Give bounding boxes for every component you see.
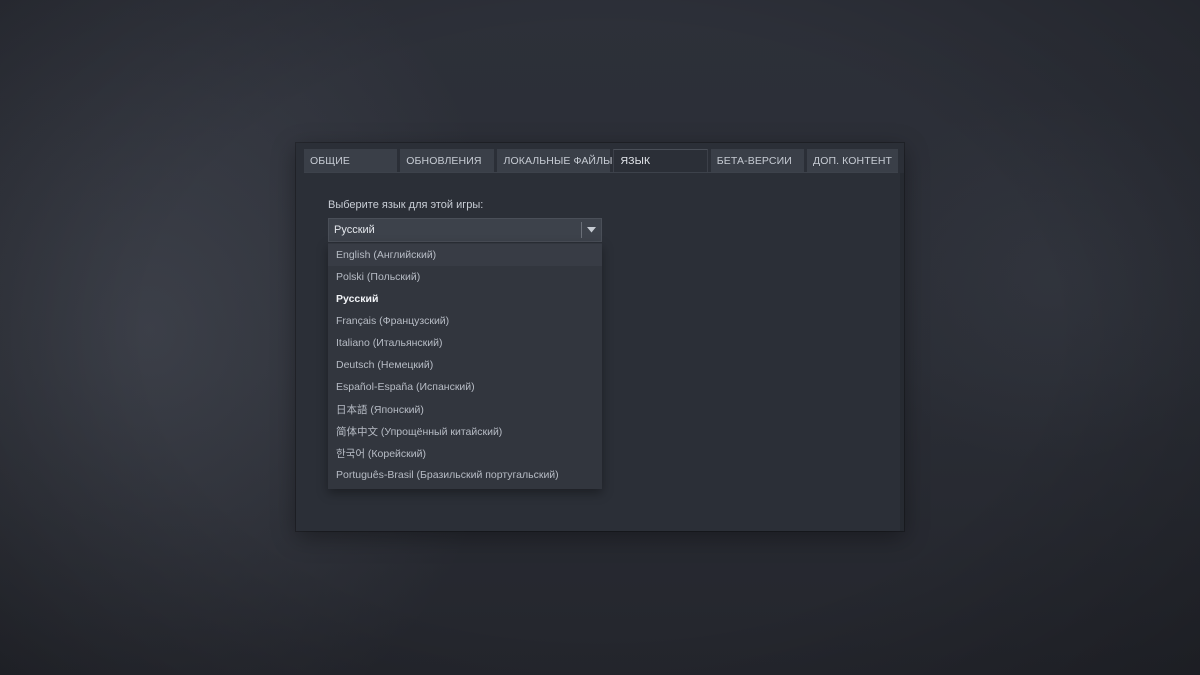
tab-divider xyxy=(304,172,898,173)
chevron-down-icon[interactable] xyxy=(582,219,601,241)
language-option-polish[interactable]: Polski (Польский) xyxy=(328,266,602,288)
tab-label: ЛОКАЛЬНЫЕ ФАЙЛЫ xyxy=(503,154,613,167)
tab-label: ОБЩИЕ xyxy=(310,154,350,167)
language-select[interactable]: Русский xyxy=(328,218,602,242)
tab-label: ДОП. КОНТЕНТ xyxy=(813,154,893,167)
tab-dlc[interactable]: ДОП. КОНТЕНТ xyxy=(807,149,898,172)
game-properties-dialog: ОБЩИЕ ОБНОВЛЕНИЯ ЛОКАЛЬНЫЕ ФАЙЛЫ ЯЗЫК БЕ… xyxy=(296,143,904,531)
language-option-japanese[interactable]: 日本語 (Японский) xyxy=(328,398,602,420)
language-option-german[interactable]: Deutsch (Немецкий) xyxy=(328,354,602,376)
panel-edge xyxy=(900,173,904,531)
language-option-russian[interactable]: Русский xyxy=(328,288,602,310)
language-prompt-label: Выберите язык для этой игры: xyxy=(328,199,484,211)
tab-language[interactable]: ЯЗЫК xyxy=(613,149,708,172)
tab-betas[interactable]: БЕТА-ВЕРСИИ xyxy=(710,149,804,172)
tab-local-files[interactable]: ЛОКАЛЬНЫЕ ФАЙЛЫ xyxy=(497,149,613,172)
language-option-korean[interactable]: 한국어 (Корейский) xyxy=(328,442,602,464)
language-select-value: Русский xyxy=(334,224,375,236)
language-dropdown-list: English (Английский) Polski (Польский) Р… xyxy=(328,243,602,489)
language-option-english[interactable]: English (Английский) xyxy=(328,244,602,266)
language-option-french[interactable]: Français (Французский) xyxy=(328,310,602,332)
tab-label: БЕТА-ВЕРСИИ xyxy=(716,154,792,167)
tab-bar: ОБЩИЕ ОБНОВЛЕНИЯ ЛОКАЛЬНЫЕ ФАЙЛЫ ЯЗЫК БЕ… xyxy=(304,149,898,172)
language-option-portuguese-brazil[interactable]: Português-Brasil (Бразильский португальс… xyxy=(328,464,602,486)
language-option-italian[interactable]: Italiano (Итальянский) xyxy=(328,332,602,354)
language-option-spanish[interactable]: Español-España (Испанский) xyxy=(328,376,602,398)
tab-general[interactable]: ОБЩИЕ xyxy=(304,149,398,172)
tab-updates[interactable]: ОБНОВЛЕНИЯ xyxy=(400,149,495,172)
language-option-simplified-chinese[interactable]: 简体中文 (Упрощённый китайский) xyxy=(328,420,602,442)
tab-label: ЯЗЫК xyxy=(620,155,651,167)
tab-label: ОБНОВЛЕНИЯ xyxy=(406,154,482,167)
